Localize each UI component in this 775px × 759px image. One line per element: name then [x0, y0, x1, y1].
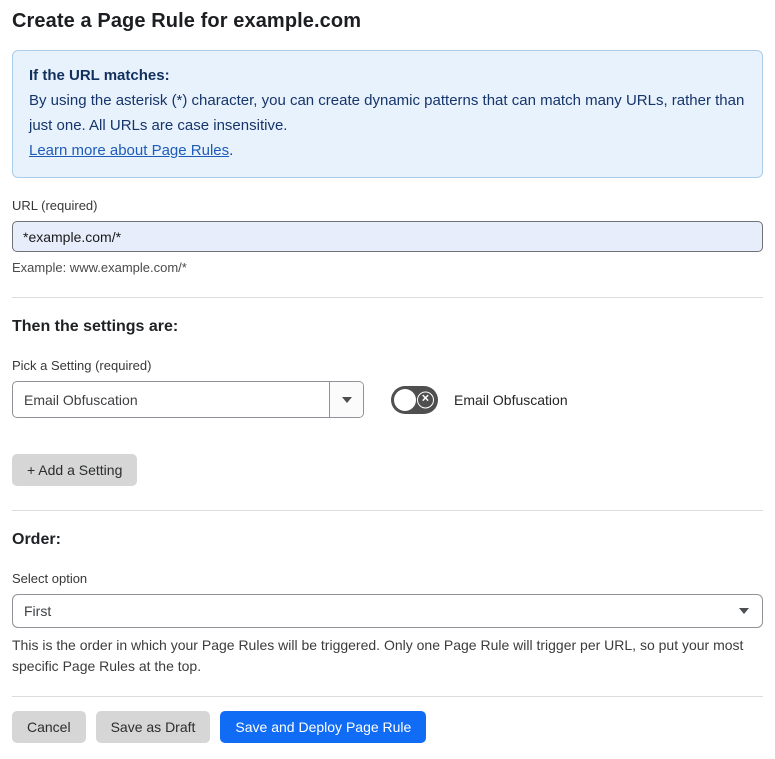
info-box-body: By using the asterisk (*) character, you…	[29, 92, 745, 134]
add-setting-button[interactable]: + Add a Setting	[12, 454, 138, 486]
learn-more-link[interactable]: Learn more about Page Rules	[29, 142, 229, 159]
order-select-value: First	[24, 603, 52, 619]
order-select-label: Select option	[12, 571, 88, 586]
link-suffix: .	[229, 142, 234, 159]
save-and-deploy-button[interactable]: Save and Deploy Page Rule	[220, 711, 427, 743]
setting-row: Email Obfuscation ✕ Email Obfuscation	[12, 381, 763, 418]
divider	[12, 510, 763, 511]
info-box-heading: If the URL matches:	[29, 67, 170, 84]
create-page-rule-panel: Create a Page Rule for example.com If th…	[0, 0, 775, 759]
toggle-off-x-icon: ✕	[417, 391, 434, 408]
chevron-down-icon	[739, 608, 749, 614]
page-title: Create a Page Rule for example.com	[12, 10, 362, 32]
url-matches-info-box: If the URL matches: By using the asteris…	[12, 50, 763, 178]
info-box-link-line: Learn more about Page Rules.	[29, 138, 746, 163]
footer-actions: Cancel Save as Draft Save and Deploy Pag…	[12, 711, 763, 743]
divider	[12, 297, 763, 298]
order-helper-text: This is the order in which your Page Rul…	[12, 637, 744, 674]
url-example-helper: Example: www.example.com/*	[12, 260, 187, 275]
setting-select-caret-box[interactable]	[329, 382, 363, 417]
email-obfuscation-toggle-group: ✕ Email Obfuscation	[391, 385, 568, 414]
url-input[interactable]	[12, 221, 763, 252]
toggle-knob	[394, 388, 416, 411]
url-field-label: URL (required)	[12, 198, 98, 213]
order-select[interactable]: First	[12, 594, 763, 628]
setting-select-value: Email Obfuscation	[24, 391, 138, 408]
pick-setting-label: Pick a Setting (required)	[12, 358, 152, 373]
chevron-down-icon	[341, 396, 352, 403]
divider	[12, 696, 763, 697]
order-section-heading: Order:	[12, 531, 61, 548]
cancel-button[interactable]: Cancel	[12, 711, 86, 743]
save-as-draft-button[interactable]: Save as Draft	[95, 711, 211, 743]
setting-select[interactable]: Email Obfuscation	[12, 381, 364, 418]
settings-section-heading: Then the settings are:	[12, 318, 179, 335]
email-obfuscation-toggle[interactable]: ✕	[391, 385, 438, 414]
toggle-label: Email Obfuscation	[454, 391, 568, 408]
